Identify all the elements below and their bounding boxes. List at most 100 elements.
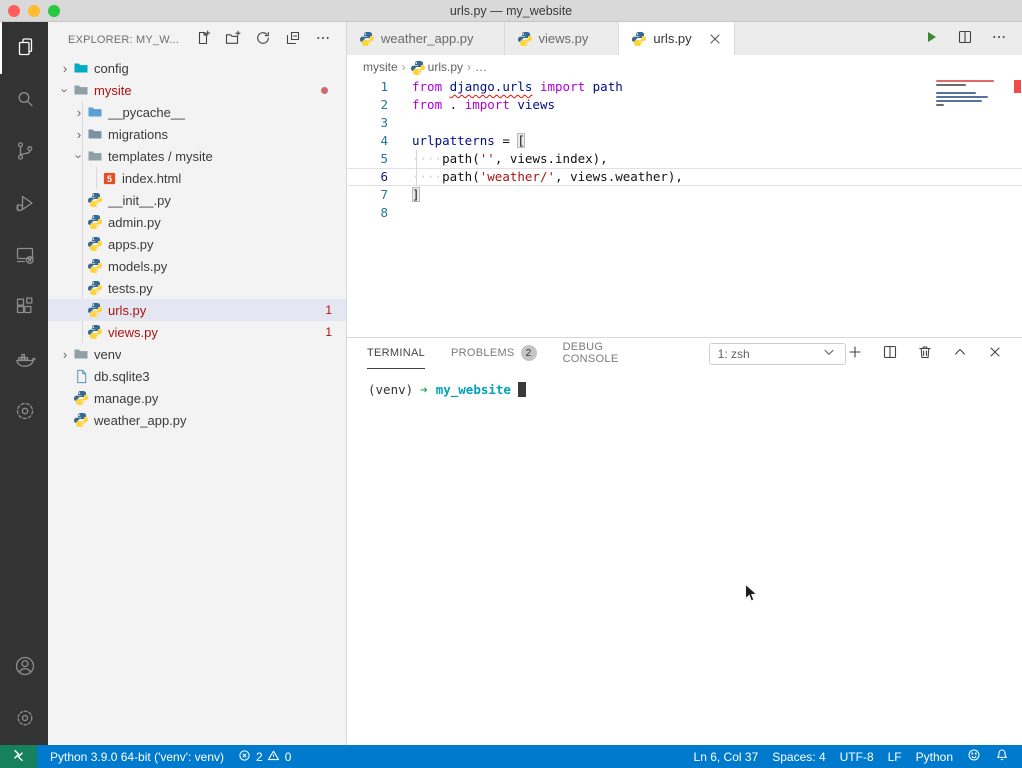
folder-icon (73, 346, 89, 362)
terminal-prompt-arrow: ➜ (420, 382, 428, 397)
activity-item-wheel[interactable] (0, 386, 48, 438)
tree-item-apps-py[interactable]: apps.py (48, 233, 346, 255)
tree-item-config[interactable]: ›config (48, 57, 346, 79)
activity-item-explorer[interactable] (0, 22, 48, 74)
vscode-window: urls.py — my_website EXPLORER: MY_W... ›… (0, 0, 1022, 768)
breadcrumb-item[interactable]: … (475, 60, 487, 74)
tree-item-label: manage.py (94, 391, 158, 406)
new-file-button[interactable] (194, 31, 212, 49)
twisty-icon[interactable]: › (72, 127, 86, 142)
refresh-button[interactable] (254, 31, 272, 49)
breadcrumb-item[interactable]: urls.py (410, 60, 463, 74)
tree-item-templates-mysite[interactable]: ›templates / mysite (48, 145, 346, 167)
activity-item-settings[interactable] (0, 693, 48, 745)
problems-count-badge: 1 (325, 303, 332, 317)
code-line-1: 1from django.urls import path (347, 78, 1022, 96)
breadcrumb-label: urls.py (428, 60, 463, 74)
tree-item-manage-py[interactable]: manage.py (48, 387, 346, 409)
remote-indicator[interactable] (0, 745, 37, 768)
terminal[interactable]: (venv) ➜ my_website (347, 369, 1022, 745)
twisty-icon[interactable]: › (72, 149, 87, 163)
tree-item-admin-py[interactable]: admin.py (48, 211, 346, 233)
explorer-title: EXPLORER: MY_W... (68, 34, 179, 46)
tree-item-label: apps.py (108, 237, 154, 252)
indent-guide (416, 168, 417, 186)
tree-item-migrations[interactable]: ›migrations (48, 123, 346, 145)
panel-tab-terminal[interactable]: TERMINAL (367, 338, 425, 369)
zoom-button[interactable] (48, 5, 60, 17)
tree-item-index-html[interactable]: 5index.html (48, 167, 346, 189)
code-line-2: 2from . import views (347, 96, 1022, 114)
eol[interactable]: LF (881, 745, 909, 768)
new-folder-button[interactable] (224, 31, 242, 49)
minimap-line (936, 84, 966, 86)
indentation[interactable]: Spaces: 4 (765, 745, 832, 768)
tree-item-urls-py[interactable]: urls.py1 (48, 299, 346, 321)
activity-item-extensions[interactable] (0, 282, 48, 334)
activity-item-search[interactable] (0, 74, 48, 126)
bell-icon (995, 748, 1009, 765)
maximize-panel-button[interactable] (951, 345, 969, 363)
twisty-icon[interactable]: › (58, 347, 72, 362)
notifications-button[interactable] (988, 745, 1016, 768)
tree-item-label: venv (94, 347, 121, 362)
split-terminal-button[interactable] (881, 345, 899, 363)
new-terminal-button[interactable] (846, 345, 864, 363)
panel-tab-debug-console[interactable]: DEBUG CONSOLE (563, 338, 641, 369)
close-tab-icon[interactable] (706, 30, 724, 48)
breadcrumb-separator-icon: › (467, 60, 471, 74)
tree-item-weather-app-py[interactable]: weather_app.py (48, 409, 346, 431)
kill-terminal-icon (917, 344, 933, 363)
twisty-icon[interactable]: › (72, 105, 86, 120)
activity-item-remote-explorer[interactable] (0, 230, 48, 282)
run-python-file-button[interactable] (922, 30, 940, 48)
python-file-icon (87, 236, 103, 252)
breadcrumb-item[interactable]: mysite (363, 60, 398, 74)
breadcrumb[interactable]: mysite›urls.py›… (347, 55, 1022, 78)
activity-item-account[interactable] (0, 641, 48, 693)
kill-terminal-button[interactable] (916, 345, 934, 363)
split-editor-button[interactable] (956, 30, 974, 48)
feedback-button[interactable] (960, 745, 988, 768)
tree-item--init-py[interactable]: __init__.py (48, 189, 346, 211)
line-number: 4 (347, 132, 400, 150)
activity-item-docker[interactable] (0, 334, 48, 386)
close-panel-button[interactable] (986, 345, 1004, 363)
feedback-smiley-icon (967, 748, 981, 765)
twisty-icon[interactable]: › (58, 83, 73, 97)
tree-item-tests-py[interactable]: tests.py (48, 277, 346, 299)
tree-item-models-py[interactable]: models.py (48, 255, 346, 277)
tree-item-mysite[interactable]: ›mysite (48, 79, 346, 101)
twisty-icon[interactable]: › (58, 61, 72, 76)
activity-item-source-control[interactable] (0, 126, 48, 178)
collapse-folders-button[interactable] (284, 31, 302, 49)
minimap-line (936, 100, 982, 102)
editor-more-actions-button[interactable] (990, 30, 1008, 48)
svg-text:5: 5 (107, 173, 112, 183)
close-button[interactable] (8, 5, 20, 17)
tree-item-views-py[interactable]: views.py1 (48, 321, 346, 343)
language-mode[interactable]: Python (909, 745, 960, 768)
terminal-shell-select[interactable]: 1: zsh (709, 343, 846, 365)
panel-tab-problems[interactable]: PROBLEMS2 (451, 338, 537, 369)
minimize-button[interactable] (28, 5, 40, 17)
more-actions-button[interactable] (314, 31, 332, 49)
split-editor-icon (957, 29, 973, 48)
line-number: 3 (347, 114, 400, 132)
code-editor[interactable]: 1from django.urls import path2from . imp… (347, 78, 1022, 337)
line-content (400, 114, 412, 132)
tree-item-venv[interactable]: › venv (48, 343, 346, 365)
minimap[interactable] (936, 80, 1006, 108)
tree-item-db-sqlite3[interactable]: db.sqlite3 (48, 365, 346, 387)
tab-weather_app-py[interactable]: weather_app.py (347, 22, 505, 55)
tab-views-py[interactable]: views.py (505, 22, 620, 55)
encoding[interactable]: UTF-8 (833, 745, 881, 768)
account-icon (13, 654, 37, 681)
activity-item-run-debug[interactable] (0, 178, 48, 230)
python-interpreter-status[interactable]: Python 3.9.0 64-bit ('venv': venv) (43, 745, 231, 768)
problems-status[interactable]: 2 0 (231, 749, 298, 765)
tab-urls-py[interactable]: urls.py (619, 22, 734, 55)
cursor-position[interactable]: Ln 6, Col 37 (687, 745, 766, 768)
line-content: ] (400, 186, 420, 204)
tree-item--pycache-[interactable]: ›__pycache__ (48, 101, 346, 123)
